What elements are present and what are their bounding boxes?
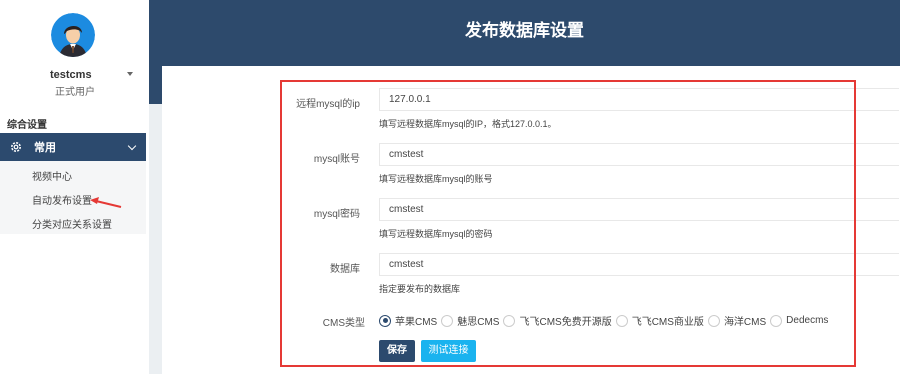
menu-parent-label: 常用 [34, 142, 56, 154]
radio-label: 飞飞CMS免费开源版 [519, 317, 612, 328]
cms-type-radio-group: 苹果CMS 魅思CMS 飞飞CMS免费开源版 飞飞CMS商业版 海洋CMS De… [379, 313, 832, 328]
save-button[interactable]: 保存 [379, 340, 415, 362]
radio-meisi-cms[interactable]: 魅思CMS [441, 313, 499, 328]
menu-parent-common[interactable]: 常用 [0, 133, 146, 161]
radio-dedecms[interactable]: Dedecms [770, 314, 829, 327]
radio-dot [707, 314, 720, 327]
radio-dot [379, 314, 391, 327]
radio-dot [615, 314, 628, 327]
sidebar: testcms 正式用户 综合设置 常用 视频中心 自动发布设置 分类对应关系设… [0, 0, 149, 374]
radio-feifei-business[interactable]: 飞飞CMS商业版 [615, 313, 704, 328]
radio-label: Dedecms [786, 315, 829, 326]
radio-pingguo-cms[interactable]: 苹果CMS [379, 313, 437, 328]
account-input[interactable]: cmstest [379, 143, 899, 166]
database-help: 指定要发布的数据库 [379, 284, 461, 294]
username[interactable]: testcms [50, 69, 92, 81]
test-connection-button[interactable]: 测试连接 [421, 340, 476, 362]
password-help: 填写远程数据库mysql的密码 [379, 229, 493, 239]
password-label: mysql密码 [313, 209, 360, 220]
radio-label: 苹果CMS [395, 317, 438, 328]
sidebar-item-video-center[interactable]: 视频中心 [32, 168, 72, 183]
sidebar-item-category-mapping[interactable]: 分类对应关系设置 [32, 216, 112, 231]
section-title: 综合设置 [7, 120, 47, 131]
account-label: mysql账号 [313, 154, 360, 165]
cms-type-label: CMS类型 [322, 318, 365, 329]
radio-haiyang-cms[interactable]: 海洋CMS [707, 313, 767, 328]
radio-feifei-free[interactable]: 飞飞CMS免费开源版 [503, 313, 612, 328]
radio-dot [503, 314, 516, 327]
user-role: 正式用户 [55, 87, 95, 98]
radio-dot [441, 314, 454, 327]
password-input[interactable]: cmstest [379, 198, 899, 221]
radio-label: 海洋CMS [723, 317, 767, 328]
radio-dot [770, 314, 783, 327]
page-title: 发布数据库设置 [465, 21, 584, 40]
database-label: 数据库 [330, 264, 360, 275]
database-input[interactable]: cmstest [379, 253, 899, 276]
gear-icon [9, 140, 23, 154]
ip-label: 远程mysql的ip [296, 99, 360, 110]
submenu: 视频中心 自动发布设置 分类对应关系设置 [0, 161, 146, 234]
ip-help: 填写远程数据库mysql的IP，格式127.0.0.1。 [379, 119, 557, 129]
red-arrow-annotation [90, 197, 122, 208]
chevron-down-icon [127, 141, 137, 151]
radio-label: 飞飞CMS商业版 [631, 317, 704, 328]
user-dropdown-caret-icon[interactable] [127, 72, 133, 76]
ip-input[interactable]: 127.0.0.1 [379, 88, 899, 111]
account-help: 填写远程数据库mysql的账号 [379, 174, 493, 184]
sidebar-item-auto-publish[interactable]: 自动发布设置 [32, 192, 92, 207]
radio-label: 魅思CMS [457, 317, 500, 328]
avatar[interactable] [51, 13, 95, 57]
avatar-icon [51, 13, 95, 57]
